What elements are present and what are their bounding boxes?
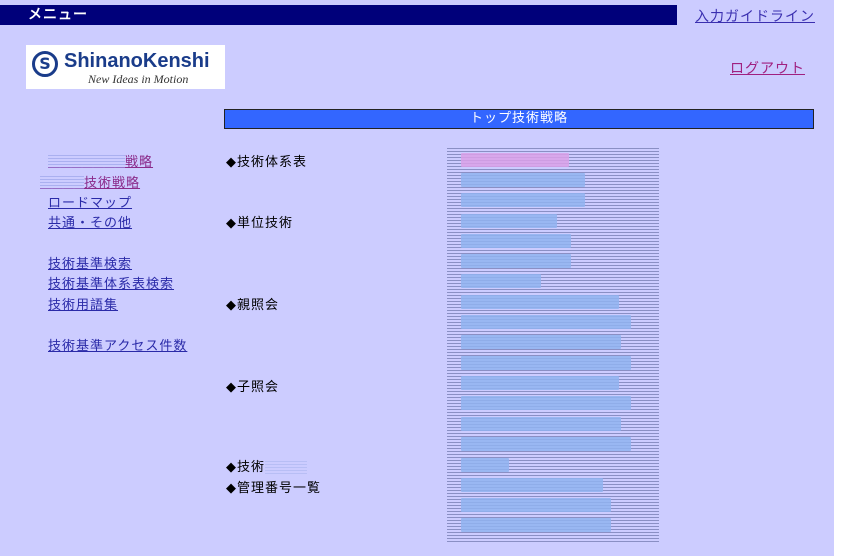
menu-title: メニュー [28, 7, 88, 23]
redacted-text: ＿＿＿＿＿＿＿ [48, 155, 127, 170]
redacted-link[interactable] [461, 193, 585, 207]
sidebar-link-standard-search[interactable]: 技術基準検索 [48, 253, 132, 272]
redacted-link[interactable] [461, 458, 509, 472]
category-tech: ◆技術 [226, 456, 307, 475]
menu-bar: メニュー [0, 5, 677, 25]
redacted-link-list [447, 148, 659, 542]
sidebar-link-access-count[interactable]: 技術基準アクセス件数 [48, 335, 187, 354]
category-tech-system: ◆技術体系表 [226, 155, 307, 170]
sidebar-link-tech-strategy[interactable]: ＿＿＿＿技術戦略 [40, 172, 140, 191]
redacted-link[interactable] [461, 254, 571, 268]
category-parent-query: ◆親照会 [226, 298, 279, 313]
category-child-query: ◆子照会 [226, 380, 279, 395]
logo-tagline: New Ideas in Motion [88, 72, 189, 86]
redacted-link[interactable] [461, 417, 621, 431]
redacted-link[interactable] [461, 274, 541, 288]
redacted-link[interactable] [461, 437, 631, 451]
redacted-link[interactable] [461, 315, 631, 329]
sidebar-link-roadmap[interactable]: ロードマップ [48, 192, 132, 211]
logo-name: ShinanoKenshi [64, 50, 210, 72]
category-unit-tech: ◆単位技術 [226, 216, 293, 231]
redacted-link[interactable] [461, 356, 631, 370]
redacted-link[interactable] [461, 396, 631, 410]
redacted-link[interactable] [461, 376, 619, 390]
logo-mark-icon: S [32, 51, 58, 77]
redacted-link[interactable] [461, 335, 621, 349]
sidebar-link-system-table-search[interactable]: 技術基準体系表検索 [48, 273, 174, 292]
redacted-link[interactable] [461, 153, 569, 167]
logout-link[interactable]: ログアウト [730, 58, 805, 78]
sidebar-link-common-other[interactable]: 共通・その他 [48, 212, 132, 231]
sidebar-link-strategy[interactable]: ＿＿＿＿＿＿＿戦略 [48, 151, 153, 170]
redacted-link[interactable] [461, 214, 557, 228]
redacted-text [265, 460, 307, 475]
redacted-link[interactable] [461, 234, 571, 248]
redacted-link[interactable] [461, 518, 611, 532]
section-title: トップ技術戦略 [224, 109, 814, 129]
redacted-link[interactable] [461, 478, 603, 492]
redacted-link[interactable] [461, 173, 585, 187]
sidebar-link-glossary[interactable]: 技術用語集 [48, 294, 118, 313]
redacted-link[interactable] [461, 498, 611, 512]
company-logo: S ShinanoKenshi New Ideas in Motion [26, 45, 225, 89]
guideline-link[interactable]: 入力ガイドライン [695, 6, 815, 26]
category-control-number-list: ◆管理番号一覧 [226, 481, 321, 496]
redacted-text: ＿＿＿＿ [40, 176, 86, 191]
redacted-link[interactable] [461, 295, 619, 309]
